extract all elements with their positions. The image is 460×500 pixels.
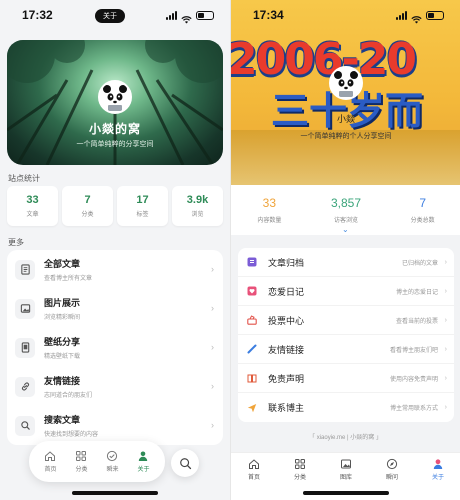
signal-icon (396, 10, 407, 20)
chevron-right-icon: › (211, 381, 214, 391)
chevron-right-icon: › (444, 258, 447, 266)
profile-hero: 小燚的窝 一个简单纯粹的分享空间 (7, 40, 223, 165)
profile-name: 小燚 (336, 114, 355, 124)
home-indicator (303, 491, 389, 495)
chevron-right-icon: › (444, 404, 447, 411)
search-button[interactable] (171, 449, 199, 477)
site-footer: 「 xiaoyie.me | 小燚的窝 」 (309, 435, 382, 441)
tab-moments[interactable]: 瞬来 (106, 450, 119, 473)
search-icon (179, 457, 191, 469)
chevron-right-icon: › (444, 287, 447, 295)
chevron-right-icon: › (444, 345, 447, 353)
more-section-title: 更多 (8, 238, 24, 247)
profile-tagline: 一个简单纯粹的个人分享空间 (300, 133, 392, 140)
menu-contact[interactable]: 联系博主 博主常用联系方式 › (238, 393, 454, 422)
wifi-icon (411, 11, 422, 24)
banner-artwork: 2006-20 (231, 34, 417, 85)
tab-home[interactable]: 首页 (248, 458, 260, 500)
search-icon (15, 415, 35, 436)
battery-icon (426, 10, 444, 20)
wallpaper-icon (15, 337, 35, 358)
article-icon (15, 259, 35, 280)
menu-all-articles[interactable]: 全部文章 查看博主所有文章 › (7, 250, 223, 289)
floating-tab-bar: 首页 分类 瞬来 关于 (29, 441, 165, 482)
left-phone-screen: 17:32 关于 小燚的窝 一个简单纯粹的分享空间 站点统计 33 文章 7 分… (0, 0, 230, 500)
stat-tags[interactable]: 17 标签 (117, 186, 168, 226)
stat-category-total[interactable]: 7 分类总数 (384, 185, 460, 235)
chevron-right-icon: › (211, 342, 214, 352)
book-icon (246, 372, 258, 384)
menu-archive[interactable]: 文章归档 已归档的文章 › (238, 248, 454, 277)
stat-views[interactable]: 3.9k 浏览 (172, 186, 223, 226)
chevron-right-icon: › (444, 374, 447, 382)
menu-search-articles[interactable]: 搜索文章 快速找到想要的内容 › (7, 406, 223, 445)
avatar[interactable] (98, 80, 132, 114)
stat-articles[interactable]: 33 文章 (7, 186, 58, 226)
home-indicator (72, 491, 158, 495)
profile-tagline: 一个简单纯粹的分享空间 (76, 141, 154, 148)
heart-icon (246, 285, 258, 297)
vote-icon (246, 314, 258, 326)
menu-wallpapers[interactable]: 壁纸分享 精选壁纸下载 › (7, 328, 223, 367)
status-time: 17:34 (253, 8, 284, 22)
panda-avatar-icon (334, 71, 358, 97)
user-icon (139, 451, 148, 461)
image-icon (340, 459, 351, 469)
dynamic-island-pill: 关于 (95, 9, 125, 23)
stats-section-title: 站点统计 (8, 174, 40, 183)
link-icon (246, 343, 258, 355)
chevron-right-icon: › (211, 303, 214, 313)
avatar[interactable] (329, 66, 363, 100)
system-indicators (396, 10, 444, 24)
menu-friend-links[interactable]: 友情链接 看看博主朋友们吧 › (238, 335, 454, 364)
menu-images[interactable]: 图片展示 浏览精彩瞬间 › (7, 289, 223, 328)
system-indicators (166, 10, 214, 24)
grid-icon (76, 451, 87, 461)
tab-about[interactable]: 关于 (432, 458, 444, 500)
grid-icon (294, 459, 305, 469)
wifi-icon (181, 11, 192, 24)
menu-disclaimer[interactable]: 免责声明 使用内容免责声明 › (238, 364, 454, 393)
home-icon (248, 459, 259, 469)
stat-categories[interactable]: 7 分类 (62, 186, 113, 226)
tab-home[interactable]: 首页 (44, 450, 57, 473)
image-icon (15, 298, 35, 319)
menu-friend-links[interactable]: 友情链接 志同道合的朋友们 › (7, 367, 223, 406)
tab-about[interactable]: 关于 (137, 450, 150, 473)
more-menu-list: 文章归档 已归档的文章 › 恋爱日记 博主的恋爱日记 › 投票中心 查看当前的投… (238, 248, 454, 422)
battery-icon (196, 10, 214, 20)
chevron-right-icon: › (444, 316, 447, 324)
status-time: 17:32 (22, 8, 53, 22)
signal-icon (166, 10, 177, 20)
more-menu-list: 全部文章 查看博主所有文章 › 图片展示 浏览精彩瞬间 › 壁纸分享 精选壁纸下载 ›… (7, 250, 223, 445)
menu-love-diary[interactable]: 恋爱日记 博主的恋爱日记 › (238, 277, 454, 306)
screenshot-pair: 17:32 关于 小燚的窝 一个简单纯粹的分享空间 站点统计 33 文章 7 分… (0, 0, 460, 500)
chevron-right-icon: › (211, 264, 214, 274)
menu-vote-center[interactable]: 投票中心 查看当前的投票 › (238, 306, 454, 335)
link-icon (15, 376, 35, 397)
status-bar: 17:34 (231, 0, 460, 30)
stat-content-count[interactable]: 33 内容数量 (231, 185, 308, 235)
site-stats: 33 文章 7 分类 17 标签 3.9k 浏览 (7, 186, 223, 226)
home-icon (45, 451, 56, 461)
profile-name: 小燚的窝 (88, 122, 141, 136)
chevron-down-icon[interactable]: ⌄ (342, 225, 349, 234)
panda-avatar-icon (103, 85, 127, 111)
compass-icon (386, 458, 398, 470)
tab-category[interactable]: 分类 (75, 450, 88, 473)
user-icon (433, 459, 443, 469)
right-phone-screen: 2006-20 三十岁而 小燚 一个简单纯粹的个人分享空间 17:34 33 内… (230, 0, 460, 500)
chevron-right-icon: › (211, 420, 214, 430)
send-icon (246, 402, 258, 414)
archive-icon (246, 256, 258, 268)
check-circle-icon (107, 450, 118, 462)
